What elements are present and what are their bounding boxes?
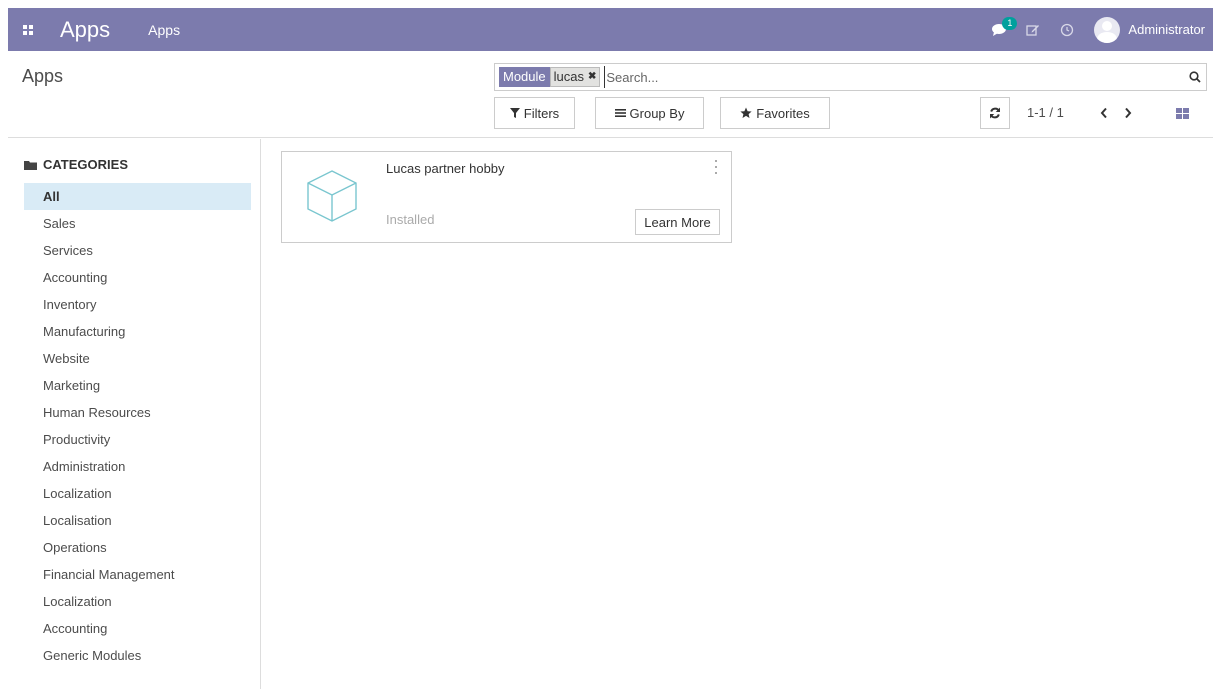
user-name: Administrator	[1128, 22, 1205, 37]
app-name: Lucas partner hobby	[386, 161, 505, 176]
category-item[interactable]: Administration	[24, 453, 251, 480]
category-item[interactable]: Human Resources	[24, 399, 251, 426]
search-bar: Module lucas ✖	[494, 63, 1207, 91]
menu-item-apps[interactable]: Apps	[148, 22, 180, 38]
activity-menu[interactable]	[1016, 8, 1050, 51]
control-panel: Apps Module lucas ✖ Filters Group By	[8, 51, 1213, 138]
refresh-button[interactable]	[980, 97, 1010, 129]
timer-menu[interactable]	[1050, 8, 1084, 51]
category-item[interactable]: Generic Modules	[24, 642, 251, 669]
category-item[interactable]: Inventory	[24, 291, 251, 318]
bars-icon	[614, 108, 626, 118]
navbar-systray: 1 Administrator	[982, 8, 1213, 51]
filters-button[interactable]: Filters	[494, 97, 575, 129]
apps-grid-icon	[23, 24, 33, 35]
category-item[interactable]: Sales	[24, 210, 251, 237]
filters-label: Filters	[523, 105, 560, 121]
refresh-icon	[990, 107, 1000, 119]
pager-value[interactable]: 1-1 / 1	[1027, 105, 1064, 120]
categories-header: CATEGORIES	[24, 157, 128, 172]
facet-value-text: lucas	[553, 69, 584, 84]
group-by-label: Group By	[629, 105, 685, 121]
favorites-label: Favorites	[756, 105, 810, 121]
pager-next-button[interactable]	[1118, 101, 1138, 125]
categories-sidebar: CATEGORIES All Sales Services Accounting Inv…	[8, 139, 261, 689]
kanban-view-button[interactable]	[1172, 101, 1192, 125]
search-input[interactable]	[604, 66, 1125, 88]
chevron-left-icon	[1100, 107, 1107, 119]
category-item[interactable]: Operations	[24, 534, 251, 561]
app-status: Installed	[386, 212, 435, 227]
edit-icon	[1026, 24, 1040, 36]
category-item[interactable]: Localization	[24, 480, 251, 507]
app-card[interactable]: Lucas partner hobby Installed Learn More	[281, 151, 732, 243]
categories-title: CATEGORIES	[43, 157, 128, 172]
star-icon	[740, 107, 752, 119]
messages-badge: 1	[1002, 17, 1018, 30]
category-item[interactable]: Accounting	[24, 264, 251, 291]
category-item[interactable]: Accounting	[24, 615, 251, 642]
group-by-button[interactable]: Group By	[595, 97, 704, 129]
module-cube-icon	[304, 167, 360, 226]
search-facet[interactable]: Module lucas ✖	[499, 67, 601, 87]
category-item[interactable]: Services	[24, 237, 251, 264]
category-item[interactable]: All	[24, 183, 251, 210]
facet-label: Module	[499, 67, 550, 87]
avatar	[1094, 16, 1121, 43]
filter-icon	[509, 108, 520, 118]
top-navbar: Apps Apps 1 Administrator	[8, 8, 1213, 51]
category-item[interactable]: Localisation	[24, 507, 251, 534]
category-item[interactable]: Website	[24, 345, 251, 372]
search-icon	[1189, 71, 1201, 83]
pager-previous-button[interactable]	[1094, 101, 1114, 125]
apps-menu-toggle[interactable]	[8, 8, 48, 51]
breadcrumb: Apps	[22, 66, 64, 86]
user-menu[interactable]: Administrator	[1094, 16, 1213, 43]
facet-value: lucas ✖	[549, 67, 601, 87]
search-button[interactable]	[1184, 71, 1206, 83]
category-item[interactable]: Marketing	[24, 372, 251, 399]
app-brand[interactable]: Apps	[60, 17, 110, 43]
favorites-button[interactable]: Favorites	[720, 97, 830, 129]
kanban-view-icon	[1175, 107, 1189, 119]
messaging-menu[interactable]: 1	[982, 8, 1018, 51]
chevron-right-icon	[1125, 107, 1132, 119]
learn-more-button[interactable]: Learn More	[635, 209, 720, 235]
remove-facet-icon[interactable]: ✖	[588, 67, 596, 87]
categories-list: All Sales Services Accounting Inventory Manuf…	[24, 183, 251, 669]
card-menu-icon[interactable]	[713, 160, 719, 174]
folder-icon	[24, 160, 37, 170]
clock-icon	[1061, 23, 1074, 36]
category-item[interactable]: Productivity	[24, 426, 251, 453]
category-item[interactable]: Localization	[24, 588, 251, 615]
category-item[interactable]: Financial Management	[24, 561, 251, 588]
category-item[interactable]: Manufacturing	[24, 318, 251, 345]
